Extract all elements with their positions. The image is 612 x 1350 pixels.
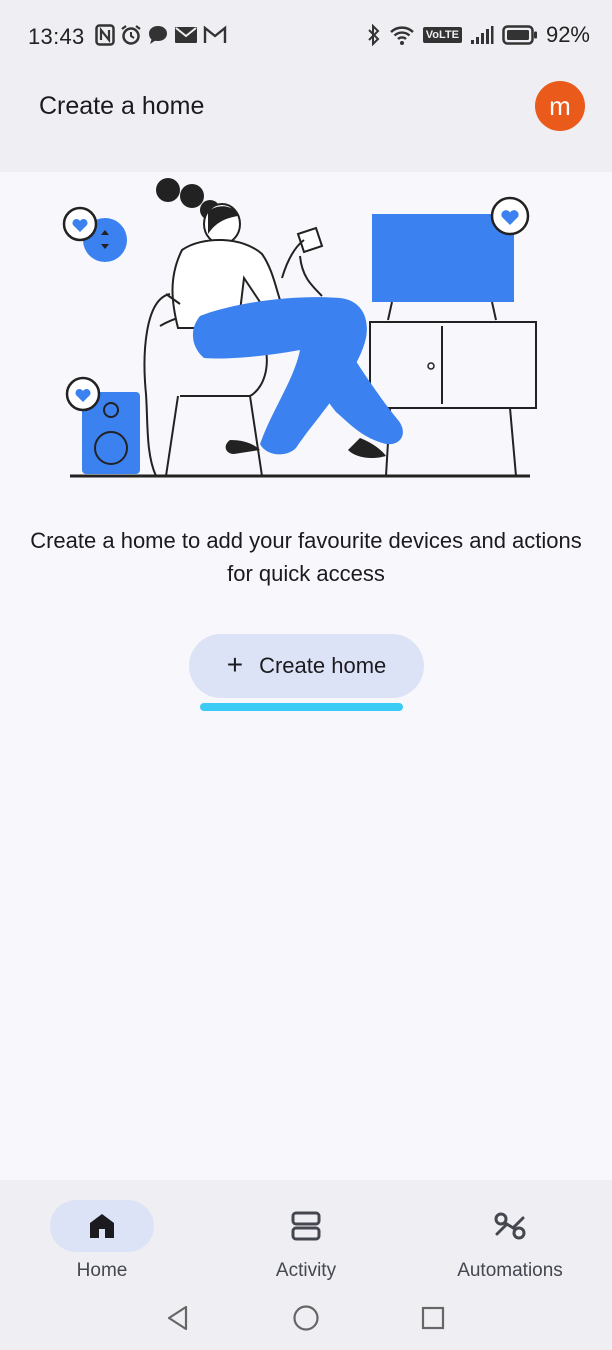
back-button[interactable] bbox=[158, 1298, 198, 1338]
signal-icon bbox=[470, 26, 494, 44]
nav-home-indicator bbox=[50, 1200, 154, 1252]
tv-icon bbox=[372, 214, 514, 302]
avatar-letter: m bbox=[549, 90, 571, 121]
plus-icon: + bbox=[226, 648, 244, 680]
battery-percent: 92% bbox=[545, 22, 590, 47]
activity-icon bbox=[291, 1211, 321, 1241]
nav-item-automations[interactable]: Automations bbox=[408, 1190, 612, 1290]
main-content: Create a home to add your favourite devi… bbox=[0, 172, 612, 1180]
system-navigation-bar bbox=[0, 1298, 612, 1338]
back-icon bbox=[167, 1305, 188, 1331]
nfc-icon bbox=[95, 24, 115, 46]
system-status-icons: VoLTE 92% bbox=[367, 22, 590, 48]
create-home-button[interactable]: + Create home bbox=[189, 634, 424, 698]
notification-icons bbox=[95, 24, 227, 46]
nav-activity-indicator bbox=[254, 1200, 358, 1252]
nav-item-home[interactable]: Home bbox=[0, 1190, 204, 1290]
chat-icon bbox=[149, 26, 167, 44]
empty-state-message: Create a home to add your favourite devi… bbox=[30, 528, 582, 586]
avatar[interactable]: m bbox=[535, 81, 585, 131]
alarm-icon bbox=[121, 25, 141, 45]
nav-item-activity[interactable]: Activity bbox=[204, 1190, 408, 1290]
wifi-icon bbox=[389, 26, 414, 45]
bluetooth-icon bbox=[368, 24, 380, 46]
battery-icon bbox=[502, 25, 537, 45]
nav-label-activity: Activity bbox=[275, 1260, 337, 1281]
recents-button[interactable] bbox=[413, 1298, 453, 1338]
app-bar: Create a home m bbox=[0, 72, 612, 172]
home-illustration bbox=[62, 178, 537, 478]
home-system-button[interactable] bbox=[286, 1298, 326, 1338]
circle-home-icon bbox=[293, 1305, 319, 1331]
status-time: 13:43 bbox=[28, 24, 85, 49]
automations-icon bbox=[494, 1212, 526, 1240]
home-icon bbox=[90, 1214, 114, 1238]
square-recents-icon bbox=[421, 1306, 445, 1330]
gmail-icon bbox=[203, 25, 227, 43]
page-title: Create a home bbox=[39, 92, 205, 120]
mail-icon bbox=[175, 27, 197, 43]
button-highlight-underline bbox=[200, 703, 403, 711]
status-bar: 13:43 VoLTE 92% bbox=[0, 0, 612, 72]
nav-label-home: Home bbox=[76, 1260, 128, 1281]
bottom-navigation: Home Activity Automations bbox=[0, 1180, 612, 1350]
nav-label-automations: Automations bbox=[457, 1260, 563, 1281]
volte-badge: VoLTE bbox=[422, 27, 462, 43]
create-home-label: Create home bbox=[259, 653, 387, 678]
nav-automations-indicator bbox=[458, 1200, 562, 1252]
